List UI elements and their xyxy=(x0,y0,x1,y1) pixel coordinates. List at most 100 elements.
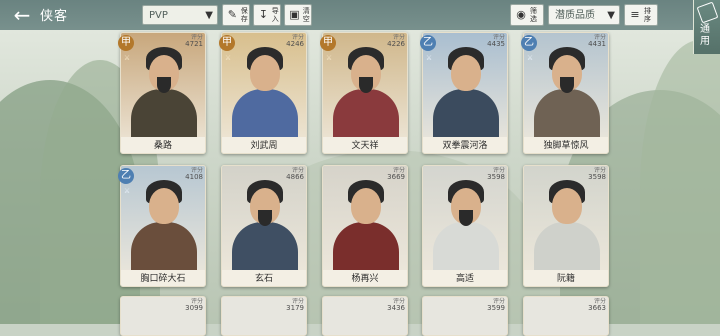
character-card-partial[interactable]: 评分 3099 xyxy=(120,296,206,336)
card-score: 评分 3669 xyxy=(387,167,405,181)
card-frame: 桑路 xyxy=(120,32,206,154)
character-portrait xyxy=(323,166,407,286)
mode-select[interactable]: PVP ▼ xyxy=(142,5,218,25)
score-value: 3669 xyxy=(387,173,405,181)
card-name: 独脚草惊风 xyxy=(543,141,589,151)
portrait-beard xyxy=(359,77,373,93)
clear-label: 清空 xyxy=(302,7,310,23)
score-value: 3598 xyxy=(588,173,606,181)
filter-label: 筛选 xyxy=(530,7,537,23)
rank-badge: 甲 xyxy=(219,35,235,51)
quality-select-value: 潜质品质 xyxy=(555,10,595,21)
card-score: 评分 3598 xyxy=(487,167,505,181)
score-value: 3099 xyxy=(185,304,203,312)
brush-icon: ✎ xyxy=(227,8,237,21)
character-card[interactable]: 独脚草惊风 评分 4431 乙 ⚔ xyxy=(521,32,609,154)
score-value: 3663 xyxy=(588,304,606,312)
rank-badge: 乙 xyxy=(118,168,134,184)
sort-icon: ≡ xyxy=(630,8,640,21)
portrait-face xyxy=(149,188,179,224)
portrait-beard xyxy=(560,77,574,93)
back-arrow-icon[interactable]: ← xyxy=(4,2,40,28)
card-score: 评分 3099 xyxy=(185,298,203,312)
clear-button[interactable]: ▣ 清空 xyxy=(284,4,312,26)
character-card-partial[interactable]: 评分 3599 xyxy=(422,296,508,336)
character-card[interactable]: 桑路 评分 4721 甲 ⚔ xyxy=(118,32,206,154)
character-card[interactable]: 双拳震河洛 评分 4435 乙 ⚔ xyxy=(420,32,508,154)
character-card[interactable]: 刘武周 评分 4246 甲 ⚔ xyxy=(219,32,307,154)
portrait-face xyxy=(451,55,481,91)
score-value: 4246 xyxy=(286,40,304,48)
skill-sword-icon: ⚔ xyxy=(123,187,131,195)
general-side-button[interactable]: 通用 xyxy=(693,0,720,54)
character-portrait xyxy=(121,166,205,286)
card-name: 阮籍 xyxy=(556,274,575,284)
rank-badge: 乙 xyxy=(420,35,436,51)
rank-badge: 甲 xyxy=(320,35,336,51)
character-portrait xyxy=(524,33,608,153)
character-card[interactable]: 玄石 评分 4866 xyxy=(221,165,307,287)
filter-button[interactable]: ◉ 筛选 xyxy=(510,4,544,26)
card-name: 文天祥 xyxy=(351,141,379,151)
preset-button[interactable]: ✎ 保存 xyxy=(222,4,250,26)
skill-sword-icon: ⚔ xyxy=(224,54,232,62)
character-card-partial[interactable]: 评分 3179 xyxy=(221,296,307,336)
card-name: 胸口碎大石 xyxy=(140,274,186,284)
mode-select-value: PVP xyxy=(149,10,168,21)
card-score: 评分 4435 xyxy=(487,34,505,48)
score-value: 3179 xyxy=(286,304,304,312)
character-card[interactable]: 阮籍 评分 3598 xyxy=(523,165,609,287)
character-card[interactable]: 胸口碎大石 评分 4108 乙 ⚔ xyxy=(118,165,206,287)
general-side-label: 通用 xyxy=(700,24,710,47)
score-value: 4108 xyxy=(185,173,203,181)
card-score: 评分 3599 xyxy=(487,298,505,312)
character-card-partial[interactable]: 评分 3436 xyxy=(322,296,408,336)
card-score: 评分 3598 xyxy=(588,167,606,181)
preset-label: 保存 xyxy=(240,7,248,23)
score-value: 3598 xyxy=(487,173,505,181)
eye-icon: ◉ xyxy=(516,8,526,21)
character-portrait xyxy=(524,166,608,286)
import-label: 导入 xyxy=(271,7,279,23)
card-name: 玄石 xyxy=(254,274,273,284)
portrait-face xyxy=(552,188,582,224)
card-score: 评分 3179 xyxy=(286,298,304,312)
character-card[interactable]: 高适 评分 3598 xyxy=(422,165,508,287)
card-score: 评分 4431 xyxy=(588,34,606,48)
card-name: 双拳震河洛 xyxy=(442,141,488,151)
character-portrait xyxy=(423,33,507,153)
score-value: 4721 xyxy=(185,40,203,48)
card-name: 高适 xyxy=(455,274,474,284)
character-portrait xyxy=(323,33,407,153)
card-name: 刘武周 xyxy=(250,141,278,151)
character-card[interactable]: 文天祥 评分 4226 甲 ⚔ xyxy=(320,32,408,154)
portrait-face xyxy=(351,188,381,224)
rank-badge: 甲 xyxy=(118,35,134,51)
character-card[interactable]: 杨再兴 评分 3669 xyxy=(322,165,408,287)
character-card-partial[interactable]: 评分 3663 xyxy=(523,296,609,336)
skill-sword-icon: ⚔ xyxy=(325,54,333,62)
card-score: 评分 4721 xyxy=(185,34,203,48)
character-portrait xyxy=(423,166,507,286)
character-portrait xyxy=(121,33,205,153)
card-name: 桑路 xyxy=(153,141,172,151)
portrait-beard xyxy=(459,210,473,226)
card-frame: 杨再兴 xyxy=(322,165,408,287)
sort-button[interactable]: ≡ 排序 xyxy=(624,4,658,26)
score-value: 4866 xyxy=(286,173,304,181)
quality-select[interactable]: 潜质品质 ▼ xyxy=(548,5,620,25)
score-value: 3599 xyxy=(487,304,505,312)
import-button[interactable]: ↧ 导入 xyxy=(253,4,281,26)
card-frame: 阮籍 xyxy=(523,165,609,287)
rank-badge: 乙 xyxy=(521,35,537,51)
card-frame: 高适 xyxy=(422,165,508,287)
chevron-down-icon: ▼ xyxy=(607,10,615,21)
chevron-down-icon: ▼ xyxy=(205,10,213,21)
portrait-face xyxy=(250,55,280,91)
card-frame: 胸口碎大石 xyxy=(120,165,206,287)
scroll-icon xyxy=(696,1,719,24)
skill-sword-icon: ⚔ xyxy=(123,54,131,62)
skill-sword-icon: ⚔ xyxy=(526,54,534,62)
portrait-beard xyxy=(258,210,272,226)
card-frame: 双拳震河洛 xyxy=(422,32,508,154)
